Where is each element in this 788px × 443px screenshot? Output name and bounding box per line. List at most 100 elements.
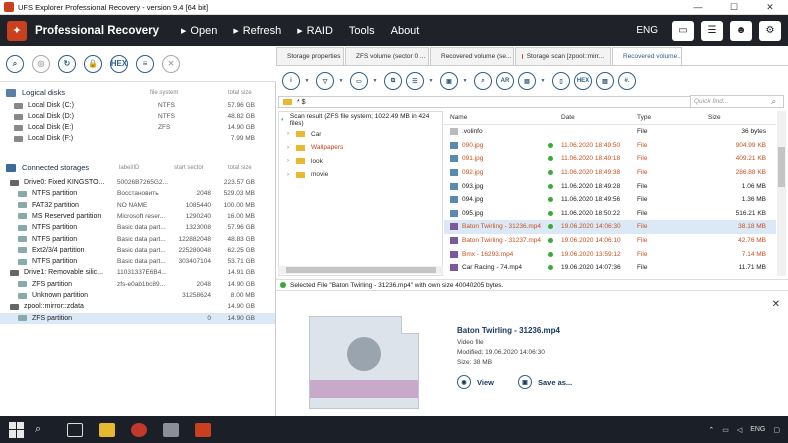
network-icon[interactable]: ▭: [722, 426, 729, 434]
hash-icon[interactable]: #.: [618, 72, 636, 90]
filter-dropdown-icon[interactable]: ▼: [338, 72, 344, 90]
ar-icon[interactable]: AR: [496, 72, 514, 90]
gear-icon-button[interactable]: ⚙: [759, 20, 781, 41]
menu-item-refresh[interactable]: ▶ Refresh: [233, 25, 281, 37]
scroll-thumb[interactable]: [778, 147, 785, 187]
logical-disk-row[interactable]: Local Disk (E:) ZFS 14.90 GB: [0, 122, 275, 133]
tree-root[interactable]: ◐ Scan result (ZFS file system; 1022.49 …: [281, 113, 442, 127]
hex-icon[interactable]: HEX: [110, 54, 128, 73]
search-icon[interactable]: ⌕: [6, 54, 24, 73]
file-row[interactable]: 093.jpg 11.06.2020 18:49:28 File 1.06 MB: [444, 179, 776, 193]
partition-row[interactable]: NTFS partition Basic data part... 1323008 5…: [0, 222, 275, 233]
search-icon[interactable]: ⌕: [771, 97, 781, 107]
logical-disk-row[interactable]: Local Disk (D:) NTFS 48.82 GB: [0, 111, 275, 122]
eye-icon[interactable]: ◉: [457, 375, 471, 389]
save-icon[interactable]: ▣: [440, 72, 458, 90]
tab-2[interactable]: Recovered volume (se...: [430, 47, 514, 65]
task-view-icon[interactable]: [67, 422, 83, 437]
menu-item-about[interactable]: About: [391, 25, 420, 37]
horizontal-scrollbar[interactable]: [278, 266, 443, 274]
storage-drive-row[interactable]: zpool::mirror::zdata 14.90 GB: [0, 301, 275, 312]
language-selector[interactable]: ENG: [636, 25, 658, 36]
keyboard-language[interactable]: ENG: [750, 426, 765, 433]
expand-icon[interactable]: ›: [287, 145, 293, 151]
lock-icon[interactable]: 🔒: [84, 54, 102, 73]
tray-chevron-icon[interactable]: ⌃: [708, 426, 714, 434]
partition-row[interactable]: FAT32 partition NO NAME 1085440 100.00 MB: [0, 200, 275, 211]
partition-row[interactable]: NTFS partition Basic data part... 30340710…: [0, 256, 275, 267]
tree-folder[interactable]: › Wallpapers: [287, 142, 343, 154]
file-row[interactable]: 090.jpg 11.06.2020 18:49:50 File 904.99 KB: [444, 139, 776, 153]
expand-icon[interactable]: ›: [287, 158, 293, 164]
minimize-button[interactable]: —: [680, 2, 716, 12]
partition-row[interactable]: ZFS partition zfs-e0ab1bc89... 2048 14.90 G…: [0, 279, 275, 290]
user-icon-button[interactable]: ☻: [730, 20, 752, 41]
scan-icon[interactable]: ◎: [32, 54, 50, 73]
vertical-scrollbar[interactable]: [777, 111, 786, 276]
hex-view-icon[interactable]: HEX: [574, 72, 592, 90]
save-as-button[interactable]: Save as...: [538, 378, 572, 387]
tree-folder[interactable]: › look: [287, 155, 323, 167]
save-dropdown-icon[interactable]: ▼: [462, 72, 468, 90]
file-row[interactable]: Bmx - 16293.mp4 19.06.2020 13:59:12 File 7.…: [444, 247, 776, 261]
storage-app-icon[interactable]: [163, 422, 179, 437]
close-icon[interactable]: ✕: [162, 54, 180, 73]
info-icon[interactable]: i: [282, 72, 300, 90]
tab-4[interactable]: Recovered volume...: [612, 47, 682, 65]
tab-1[interactable]: ZFS volume (sector 0 ...: [345, 47, 429, 65]
partition-row[interactable]: NTFS partition Basic data part... 12288204…: [0, 234, 275, 245]
expand-icon[interactable]: ›: [287, 131, 293, 137]
grid-dropdown-icon[interactable]: ▼: [540, 72, 546, 90]
tab-3[interactable]: Storage scan [zpool::mirr...: [515, 47, 611, 65]
volume-icon[interactable]: ◁: [737, 426, 742, 434]
filter-icon[interactable]: ▽: [316, 72, 334, 90]
file-row[interactable]: Baton Twirling - 31237.mp4 19.06.2020 14:…: [444, 234, 776, 248]
tab-0[interactable]: Storage properties: [276, 47, 344, 65]
tree-folder[interactable]: › Car: [287, 128, 321, 140]
folder-up-icon[interactable]: ▭: [350, 72, 368, 90]
col-type[interactable]: Type: [637, 114, 651, 121]
document-icon[interactable]: ▯: [552, 72, 570, 90]
logical-disk-row[interactable]: Local Disk (C:) NTFS 57.96 GB: [0, 100, 275, 111]
file-row[interactable]: 091.jpg 11.06.2020 18:49:18 File 409.21 KB: [444, 152, 776, 166]
info-dropdown-icon[interactable]: ▼: [304, 72, 310, 90]
ufs-explorer-taskbar-icon[interactable]: [195, 422, 211, 437]
folder-dropdown-icon[interactable]: ▼: [372, 72, 378, 90]
save-icon[interactable]: ▣: [517, 375, 532, 389]
find-icon[interactable]: ⌕: [474, 72, 492, 90]
view-button[interactable]: View: [477, 378, 494, 387]
partition-row[interactable]: ZFS partition 0 14.90 GB: [0, 312, 275, 324]
logical-disk-row[interactable]: Local Disk (F:) 7.99 MB: [0, 133, 275, 144]
col-date[interactable]: Date: [561, 114, 575, 121]
expand-icon[interactable]: ›: [287, 172, 293, 178]
copy-icon[interactable]: ⧉: [384, 72, 402, 90]
quick-find-input[interactable]: Quick find... ⌕: [690, 95, 784, 108]
search-icon[interactable]: ⌕: [35, 423, 51, 437]
notifications-icon[interactable]: ▢: [773, 426, 780, 434]
col-name[interactable]: Name: [450, 114, 467, 121]
storage-drive-row[interactable]: Drive0: Fixed KINGSTO... 50026B7265G2... 2…: [0, 177, 275, 188]
maximize-button[interactable]: ☐: [716, 2, 752, 13]
app-taskbar-icon[interactable]: [131, 422, 147, 437]
partition-row[interactable]: NTFS partition Восстановить 2048 529.03 MB: [0, 188, 275, 199]
refresh-icon[interactable]: ↻: [58, 54, 76, 73]
file-explorer-icon[interactable]: [99, 422, 115, 437]
partition-row[interactable]: MS Reserved partition Microsoft reser... 1…: [0, 211, 275, 222]
start-icon[interactable]: [9, 421, 25, 438]
drive-icon-button[interactable]: ▭: [672, 20, 694, 41]
partition-row[interactable]: Ext2/3/4 partition Basic data part... 2252…: [0, 245, 275, 256]
menu-item-open[interactable]: ▶ Open: [181, 25, 217, 37]
menu-item-raid[interactable]: ▶ RAID: [297, 25, 333, 37]
file-row[interactable]: 094.jpg 11.06.2020 18:49:56 File 1.36 MB: [444, 193, 776, 207]
list-view-icon[interactable]: ☰: [406, 72, 424, 90]
file-row[interactable]: .volinfo File 36 bytes: [444, 125, 776, 139]
file-row[interactable]: 092.jpg 11.06.2020 18:49:38 File 286.88 KB: [444, 166, 776, 180]
grid-icon[interactable]: ▤: [518, 72, 536, 90]
menu-item-tools[interactable]: Tools: [349, 25, 375, 37]
file-row[interactable]: Baton Twirling - 31236.mp4 19.06.2020 14:…: [444, 220, 776, 234]
col-size[interactable]: Size: [708, 114, 721, 121]
storage-drive-row[interactable]: Drive1: Removable silic... 11031337E6B4..…: [0, 267, 275, 278]
chat-icon-button[interactable]: ☰: [701, 20, 723, 41]
partition-row[interactable]: Unknown partition 31258624 8.00 MB: [0, 290, 275, 301]
file-row[interactable]: Car Racing - 74.mp4 19.06.2020 14:07:36 Fi…: [444, 261, 776, 275]
